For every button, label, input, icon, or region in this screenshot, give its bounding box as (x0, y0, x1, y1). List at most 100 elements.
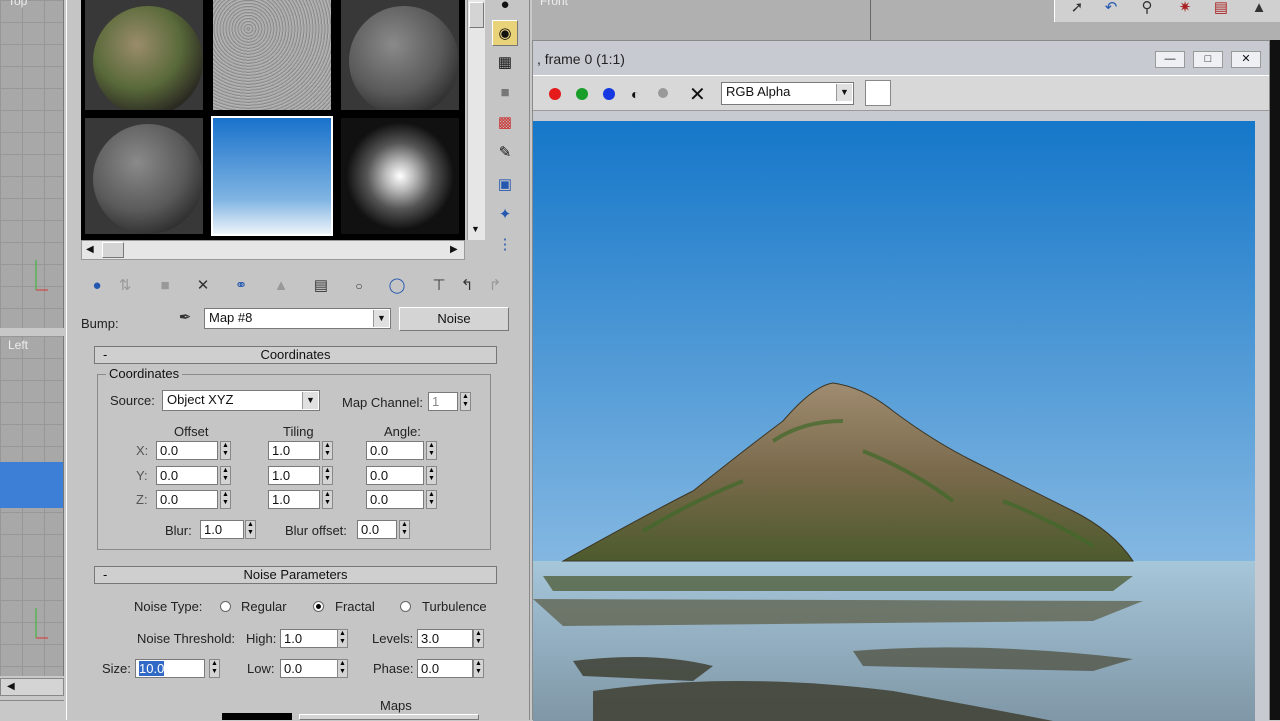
blur-field[interactable]: 1.0 (200, 520, 244, 539)
sample-slot-5-selected[interactable] (211, 116, 333, 236)
slots-horizontal-scrollbar[interactable]: ◀ ▶ (81, 240, 465, 260)
close-button[interactable]: ✕ (1231, 51, 1261, 68)
high-field[interactable]: 1.0 (280, 629, 338, 648)
render-setup-icon[interactable]: ▤ (1209, 0, 1233, 20)
map-type-button[interactable]: Noise (399, 307, 509, 331)
offset-spinner[interactable]: ▲ ▼ (220, 490, 231, 509)
color-swatch-black[interactable] (222, 713, 292, 720)
scroll-left-arrow[interactable]: ◀ (86, 244, 94, 255)
offset-field[interactable]: 0.0 (156, 466, 218, 485)
levels-spinner[interactable]: ▲ ▼ (473, 629, 484, 648)
go-forward-to-sibling-icon[interactable]: ↱ (483, 274, 507, 298)
assign-to-selection-icon[interactable]: ■ (153, 274, 177, 298)
maximize-button[interactable]: □ (1193, 51, 1223, 68)
make-preview-icon[interactable]: ✎ (492, 140, 518, 166)
options-icon[interactable]: ▣ (492, 172, 518, 198)
low-spinner[interactable]: ▲ ▼ (337, 659, 348, 678)
put-to-scene-icon[interactable]: ⇅ (113, 274, 137, 298)
scroll-right-arrow[interactable]: ▶ (450, 244, 458, 255)
select-by-material-icon[interactable]: ✦ (492, 202, 518, 228)
sample-slot-3[interactable] (339, 0, 461, 112)
sample-uv-tiling-icon[interactable]: ■ (492, 80, 518, 106)
sample-slot-2[interactable] (211, 0, 333, 112)
get-material-icon[interactable]: ● (85, 274, 109, 298)
scroll-thumb[interactable] (469, 2, 484, 28)
viewport-top[interactable]: Top (0, 0, 64, 328)
blur-offset-spinner[interactable]: ▲ ▼ (399, 520, 410, 539)
scroll-down-arrow[interactable]: ▼ (471, 224, 480, 234)
noise-type-fractal-radio[interactable] (313, 601, 324, 612)
phase-spinner[interactable]: ▲ ▼ (473, 659, 484, 678)
alpha-toggle-icon[interactable] (658, 88, 668, 98)
green-channel-toggle[interactable] (576, 88, 588, 100)
pick-material-eyedropper-icon[interactable]: ✒ (173, 306, 197, 330)
material-map-navigator-icon[interactable]: ⋮ (492, 232, 518, 258)
show-map-in-viewport-icon[interactable]: ◯ (385, 274, 409, 298)
coordinates-rollout-header[interactable]: - Coordinates (94, 346, 497, 364)
sample-slot-4[interactable] (83, 116, 205, 236)
angle-field[interactable]: 0.0 (366, 490, 424, 509)
blue-channel-toggle[interactable] (603, 88, 615, 100)
size-field[interactable]: 10.0 (135, 659, 205, 678)
video-color-check-icon[interactable]: ▩ (492, 110, 518, 136)
map-slot-button[interactable] (299, 714, 479, 720)
tiling-spinner[interactable]: ▲ ▼ (322, 490, 333, 509)
minimize-button[interactable]: — (1155, 51, 1185, 68)
map-channel-field[interactable]: 1 (428, 392, 458, 411)
checker-background-icon[interactable]: ▦ (492, 50, 518, 76)
levels-field[interactable]: 3.0 (417, 629, 473, 648)
map-channel-spinner[interactable]: ▲ ▼ (460, 392, 471, 411)
sample-slot-1[interactable] (83, 0, 205, 112)
sample-type-sphere-icon[interactable]: ● (492, 0, 518, 18)
go-to-parent-icon[interactable]: ↰ (455, 274, 479, 298)
map-name-dropdown[interactable]: Map #8 ▼ (204, 308, 391, 329)
offset-field[interactable]: 0.0 (156, 490, 218, 509)
material-id-channel-icon[interactable]: ○ (347, 274, 371, 298)
viewport-bottom-icon[interactable] (0, 700, 64, 720)
viewport-left[interactable]: Left (0, 336, 64, 676)
tiling-field[interactable]: 1.0 (268, 441, 320, 460)
scroll-thumb[interactable] (102, 242, 124, 258)
put-to-library-icon[interactable]: ▤ (309, 274, 333, 298)
show-end-result-icon[interactable]: ⊤ (427, 274, 451, 298)
color-swatch-white[interactable] (865, 80, 891, 106)
offset-field[interactable]: 0.0 (156, 441, 218, 460)
angle-spinner[interactable]: ▲ ▼ (426, 490, 437, 509)
angle-spinner[interactable]: ▲ ▼ (426, 441, 437, 460)
tiling-field[interactable]: 1.0 (268, 490, 320, 509)
blur-spinner[interactable]: ▲ ▼ (245, 520, 256, 539)
noise-type-regular-radio[interactable] (220, 601, 231, 612)
low-field[interactable]: 0.0 (280, 659, 338, 678)
angle-field[interactable]: 0.0 (366, 441, 424, 460)
channel-display-dropdown[interactable]: RGB Alpha ▼ (721, 82, 854, 105)
tiling-spinner[interactable]: ▲ ▼ (322, 441, 333, 460)
slots-vertical-scrollbar[interactable]: ▼ (467, 0, 485, 240)
size-spinner[interactable]: ▲ ▼ (209, 659, 220, 678)
mono-toggle-icon[interactable]: ◐ (631, 86, 639, 102)
schematic-view-icon[interactable]: ⚲ (1135, 0, 1159, 20)
quick-render-icon[interactable]: ▲ (1247, 0, 1271, 20)
offset-spinner[interactable]: ▲ ▼ (220, 466, 231, 485)
red-channel-toggle[interactable] (549, 88, 561, 100)
select-object-icon[interactable]: ➚ (1065, 0, 1089, 20)
make-unique-icon[interactable]: ▲ (269, 274, 293, 298)
material-editor-icon[interactable]: ✷ (1173, 0, 1197, 20)
blur-offset-field[interactable]: 0.0 (357, 520, 397, 539)
backlight-icon[interactable]: ◉ (492, 20, 518, 46)
noise-type-turbulence-label[interactable]: Turbulence (422, 599, 487, 614)
angle-field[interactable]: 0.0 (366, 466, 424, 485)
tiling-spinner[interactable]: ▲ ▼ (322, 466, 333, 485)
high-spinner[interactable]: ▲ ▼ (337, 629, 348, 648)
noise-type-regular-label[interactable]: Regular (241, 599, 287, 614)
offset-spinner[interactable]: ▲ ▼ (220, 441, 231, 460)
tiling-field[interactable]: 1.0 (268, 466, 320, 485)
phase-field[interactable]: 0.0 (417, 659, 473, 678)
noise-type-fractal-label[interactable]: Fractal (335, 599, 375, 614)
viewport-scroll-left[interactable]: ◀ (0, 678, 64, 696)
select-link-icon[interactable]: ↶ (1099, 0, 1123, 20)
sample-slot-6[interactable] (339, 116, 461, 236)
source-dropdown[interactable]: Object XYZ ▼ (162, 390, 320, 411)
reset-map-icon[interactable]: ✕ (191, 274, 215, 298)
clear-image-icon[interactable]: ✕ (689, 82, 706, 107)
noise-type-turbulence-radio[interactable] (400, 601, 411, 612)
